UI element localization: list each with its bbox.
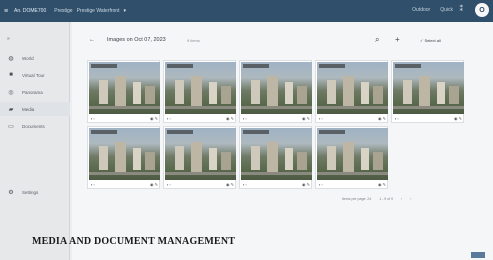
image-thumbnail[interactable] — [317, 62, 388, 114]
card-info-icon[interactable]: ▪ ▫ — [167, 116, 171, 122]
card-info-icon[interactable]: ▪ ▫ — [91, 182, 95, 188]
item-count: 9 items — [187, 38, 200, 43]
sidebar-item-virtual-tour[interactable]: ■ Virtual Tour — [0, 68, 70, 82]
menu-icon[interactable]: ≡ — [0, 8, 12, 15]
page-range: 1 - 9 of 9 — [379, 197, 394, 201]
card-info-icon[interactable]: ▪ ▫ — [91, 116, 95, 122]
card-actions-icon[interactable]: ◉ ✎ — [302, 116, 310, 122]
items-per-page[interactable]: Items per page: 24 — [342, 197, 371, 201]
image-thumbnail[interactable] — [241, 128, 312, 180]
card-actions-icon[interactable]: ◉ ✎ — [226, 182, 234, 188]
main-content: ← Images on Oct 07, 2023 9 items ⌕ + ✓ S… — [72, 22, 493, 260]
breadcrumb-prestige[interactable]: Prestige — [54, 8, 72, 14]
collapse-icon[interactable]: » — [7, 36, 10, 42]
card-info-icon[interactable]: ▪ ▫ — [319, 116, 323, 122]
card-actions-icon[interactable]: ◉ ✎ — [150, 182, 158, 188]
search-icon[interactable]: ⌕ — [375, 35, 379, 45]
card-actions-icon[interactable]: ◉ ✎ — [302, 182, 310, 188]
media-icon: ▰ — [8, 106, 14, 113]
camera-icon: ■ — [9, 72, 13, 78]
card-info-icon[interactable]: ▪ ▫ — [243, 116, 247, 122]
image-card[interactable]: ▪ ▫ ◉ ✎ — [239, 60, 312, 123]
image-card[interactable]: ▪ ▫ ◉ ✎ — [87, 126, 160, 189]
sidebar-item-settings[interactable]: ⚙ Settings — [0, 185, 70, 199]
sidebar-item-label: World — [22, 55, 34, 61]
card-info-icon[interactable]: ▪ ▫ — [395, 116, 399, 122]
card-actions-icon[interactable]: ◉ ✎ — [150, 116, 158, 122]
sidebar-item-label: Media — [22, 106, 35, 112]
image-card[interactable]: ▪ ▫ ◉ ✎ — [163, 60, 236, 123]
media-header: ← Images on Oct 07, 2023 9 items ⌕ + ✓ S… — [72, 34, 493, 48]
card-info-icon[interactable]: ▪ ▫ — [319, 182, 323, 188]
card-info-icon[interactable]: ▪ ▫ — [243, 182, 247, 188]
sidebar-item-label: Virtual Tour — [22, 72, 45, 78]
sidebar-item-label: Documents — [22, 123, 45, 129]
document-icon: ▭ — [8, 123, 14, 130]
back-arrow-icon[interactable]: ← — [89, 37, 95, 43]
card-actions-icon[interactable]: ◉ ✎ — [378, 116, 386, 122]
sidebar-item-media[interactable]: ▰ Media — [0, 102, 70, 116]
gear-icon: ⚙ — [8, 189, 14, 196]
sidebar-item-label: Settings — [22, 189, 39, 195]
sidebar-item-documents[interactable]: ▭ Documents — [0, 119, 70, 133]
select-all-button[interactable]: ✓ Select all — [420, 38, 441, 43]
card-actions-icon[interactable]: ◉ ✎ — [226, 116, 234, 122]
sidebar: » ◍ World ■ Virtual Tour ◎ Panorama ▰ Me… — [0, 22, 70, 260]
corner-badge — [471, 252, 485, 258]
top-right-item-1[interactable]: Outdoor — [412, 7, 430, 13]
image-thumbnail[interactable] — [393, 62, 464, 114]
pagination: Items per page: 24 1 - 9 of 9 ‹ › — [342, 197, 411, 201]
image-thumbnail[interactable] — [317, 128, 388, 180]
prev-page-icon[interactable]: ‹ — [401, 197, 402, 201]
sidebar-item-panorama[interactable]: ◎ Panorama — [0, 85, 70, 99]
sidebar-item-label: Panorama — [22, 89, 43, 95]
chevron-down-icon[interactable]: ▾ — [123, 8, 126, 14]
video-caption: MEDIA AND DOCUMENT MANAGEMENT — [32, 236, 236, 247]
breadcrumb-waterfront[interactable]: Prestige Waterfront — [77, 8, 120, 14]
add-icon[interactable]: + — [395, 35, 400, 44]
image-thumbnail[interactable] — [89, 62, 160, 114]
image-card[interactable]: ▪ ▫ ◉ ✎ — [315, 126, 388, 189]
image-card[interactable]: ▪ ▫ ◉ ✎ — [163, 126, 236, 189]
image-card[interactable]: ▪ ▫ ◉ ✎ — [239, 126, 312, 189]
image-card[interactable]: ▪ ▫ ◉ ✎ — [391, 60, 464, 123]
card-actions-icon[interactable]: ◉ ✎ — [378, 182, 386, 188]
image-card[interactable]: ▪ ▫ ◉ ✎ — [315, 60, 388, 123]
top-right-item-2[interactable]: Quick — [440, 7, 453, 13]
next-page-icon[interactable]: › — [410, 197, 411, 201]
sidebar-item-world[interactable]: ◍ World — [0, 51, 70, 65]
image-thumbnail[interactable] — [165, 128, 236, 180]
select-all-label: Select all — [424, 38, 441, 43]
card-info-icon[interactable]: ▪ ▫ — [167, 182, 171, 188]
project-name[interactable]: An. DOME700 — [14, 8, 46, 14]
globe-icon: ◍ — [8, 55, 14, 62]
top-bar: ≡ An. DOME700 Prestige Prestige Waterfro… — [0, 0, 493, 22]
page-title: Images on Oct 07, 2023 — [107, 37, 166, 43]
notification-icon[interactable]: ⁑ — [460, 5, 464, 13]
panorama-icon: ◎ — [8, 89, 14, 96]
card-actions-icon[interactable]: ◉ ✎ — [454, 116, 462, 122]
image-thumbnail[interactable] — [165, 62, 236, 114]
image-thumbnail[interactable] — [89, 128, 160, 180]
image-thumbnail[interactable] — [241, 62, 312, 114]
image-card[interactable]: ▪ ▫ ◉ ✎ — [87, 60, 160, 123]
avatar[interactable]: O — [475, 3, 489, 17]
